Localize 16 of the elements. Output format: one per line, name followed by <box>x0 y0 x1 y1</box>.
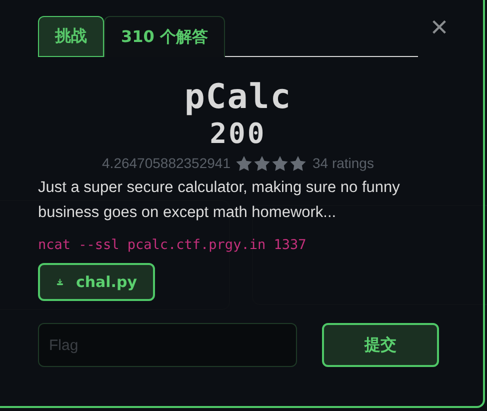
submit-button[interactable]: 提交 <box>322 323 439 367</box>
tab[interactable]: 310 个解答 <box>104 16 225 57</box>
download-button[interactable]: chal.py <box>38 263 155 301</box>
rating-value: 4.264705882352941 <box>102 155 230 171</box>
star-icon <box>236 156 252 170</box>
star-icon <box>272 156 288 170</box>
ratings-count: 34 ratings <box>312 155 374 171</box>
star-icon <box>254 156 270 170</box>
flag-input[interactable]: Flag <box>38 323 297 367</box>
close-button[interactable]: × <box>430 16 448 40</box>
challenge-title: pCalc <box>183 77 293 117</box>
challenge-description: Just a super secure calculator, making sure no funny business goes on except math homework... <box>38 178 401 223</box>
challenge-points: 200 <box>208 117 268 151</box>
tab[interactable]: 挑战 <box>38 16 104 57</box>
connection-command: ncat --ssl pcalc.ctf.prgy.in 1337 <box>38 237 308 253</box>
star-icon <box>290 156 306 170</box>
